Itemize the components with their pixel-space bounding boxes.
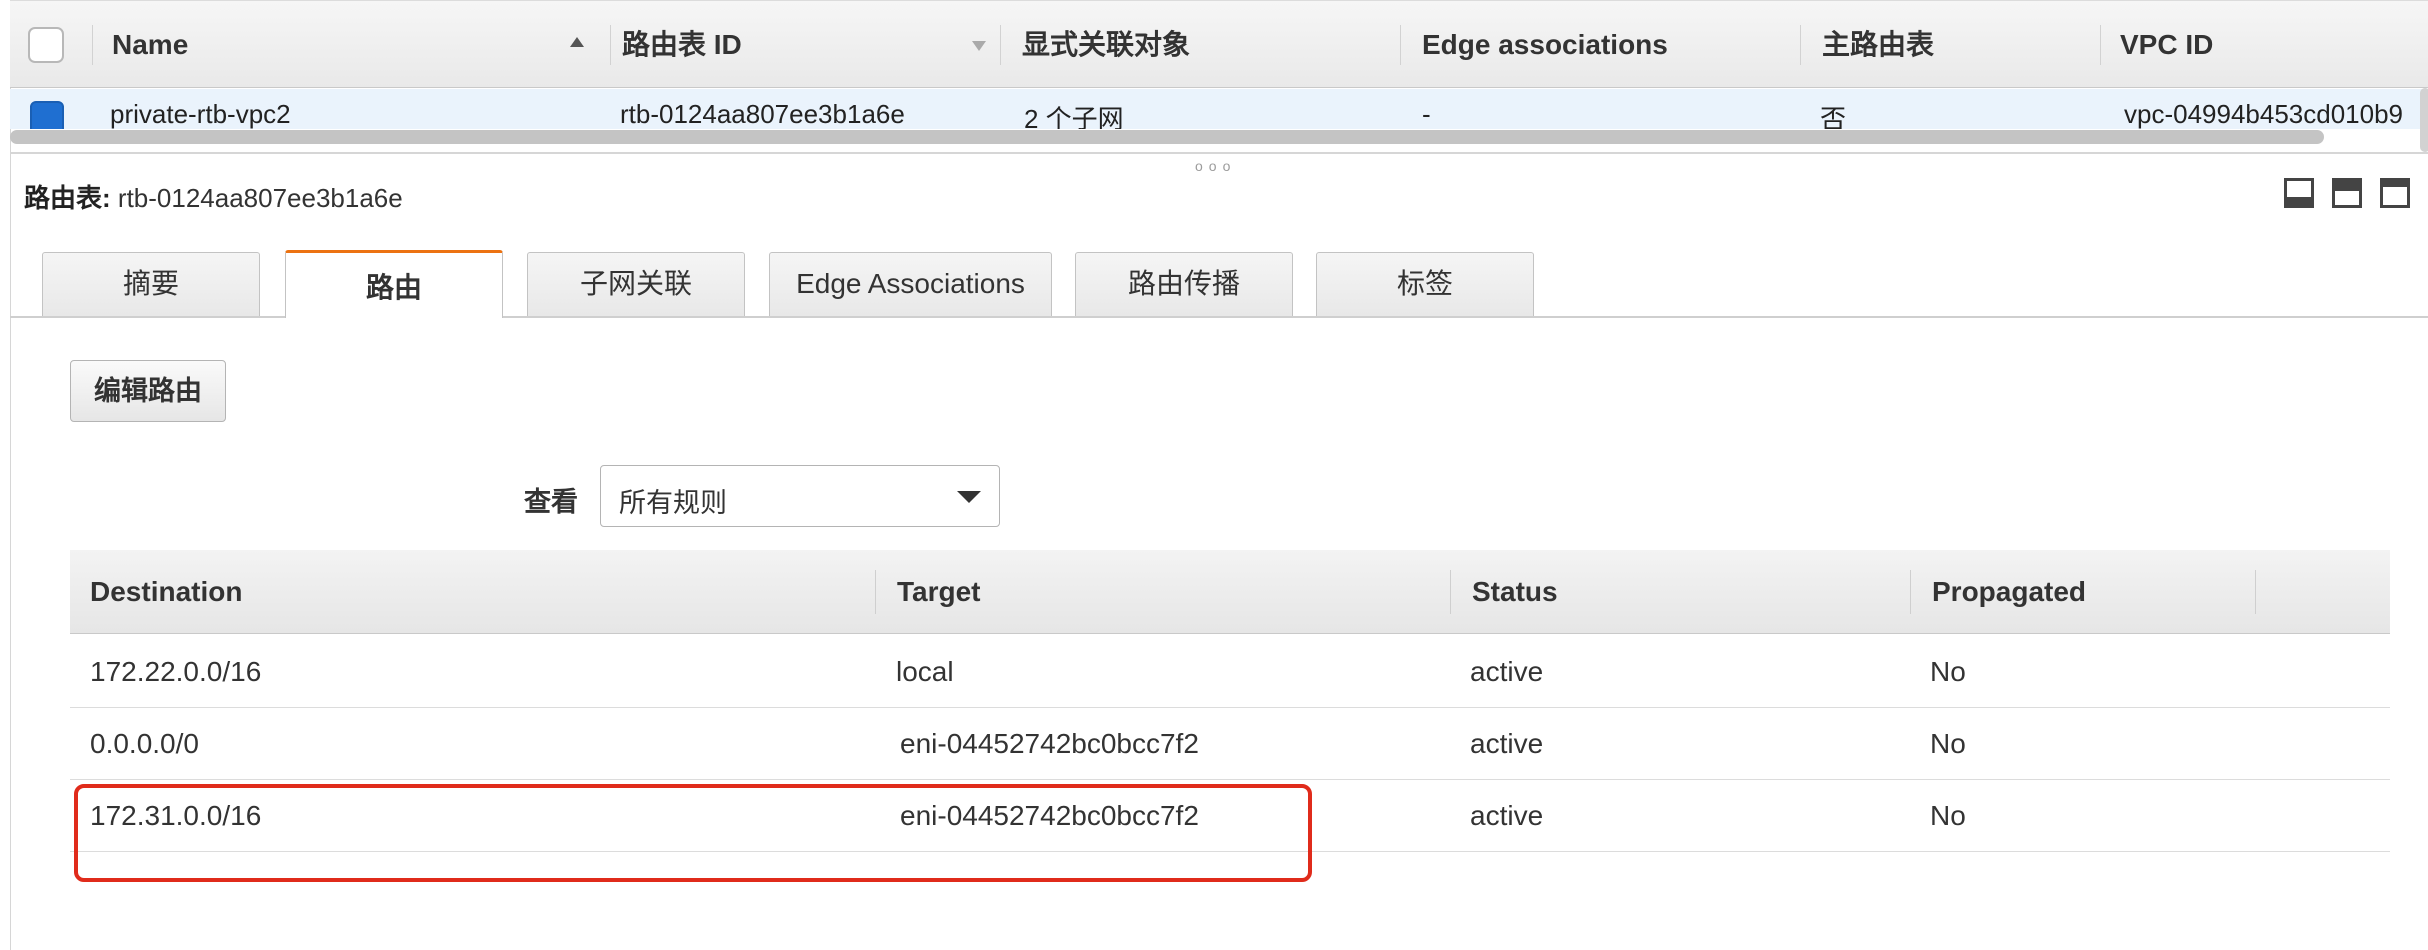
route-status: active — [1470, 800, 1544, 831]
column-separator — [92, 25, 93, 65]
column-header-vpc-id[interactable]: VPC ID — [2120, 1, 2213, 89]
main-route-table-value: 否 — [1820, 104, 1847, 129]
route-propagated: No — [1930, 728, 1966, 759]
layout-split-pane-icon[interactable] — [2332, 178, 2362, 208]
column-separator — [610, 25, 611, 65]
route-status: active — [1470, 656, 1544, 687]
highlight-annotation — [74, 784, 1312, 882]
tab-summary[interactable]: 摘要 — [42, 252, 260, 316]
column-header-status[interactable]: Status — [1472, 550, 1558, 634]
route-target: local — [896, 656, 954, 687]
column-separator — [2100, 25, 2101, 65]
tab-subnet-associations[interactable]: 子网关联 — [527, 252, 745, 316]
column-header-edge-associations[interactable]: Edge associations — [1422, 1, 1668, 89]
table-row-selected[interactable]: private-rtb-vpc2 rtb-0124aa807ee3b1a6e 2… — [10, 89, 2428, 129]
route-tables-header: Name 路由表 ID 显式关联对象 Edge associations 主路由… — [10, 0, 2428, 88]
table-row: 0.0.0.0/0 eni-04452742bc0bcc7f2 active N… — [70, 708, 2390, 780]
tab-edge-associations[interactable]: Edge Associations — [769, 252, 1052, 316]
detail-label: 路由表: — [24, 183, 111, 213]
route-propagated: No — [1930, 656, 1966, 687]
horizontal-scrollbar[interactable] — [10, 130, 2324, 144]
route-destination: 0.0.0.0/0 — [90, 728, 199, 759]
vertical-scrollbar[interactable] — [2420, 88, 2428, 152]
edge-associations-value: - — [1422, 99, 1431, 129]
tab-routes[interactable]: 路由 — [285, 250, 503, 318]
route-table-id: rtb-0124aa807ee3b1a6e — [620, 99, 905, 129]
column-header-propagated[interactable]: Propagated — [1932, 550, 2086, 634]
column-header-destination[interactable]: Destination — [90, 550, 242, 634]
tab-route-propagation[interactable]: 路由传播 — [1075, 252, 1293, 316]
column-separator — [875, 570, 876, 614]
layout-bottom-pane-icon[interactable] — [2284, 178, 2314, 208]
column-separator — [1910, 570, 1911, 614]
view-filter-select[interactable]: 所有规则 — [600, 465, 1000, 527]
sort-indicator-icon[interactable] — [972, 41, 986, 51]
chevron-down-icon — [957, 491, 981, 503]
table-row: 172.22.0.0/16 local active No — [70, 636, 2390, 708]
layout-top-pane-icon[interactable] — [2380, 178, 2410, 208]
column-separator — [1800, 25, 1801, 65]
column-separator — [1450, 570, 1451, 614]
detail-tabs: 摘要 路由 子网关联 Edge Associations 路由传播 标签 — [10, 250, 2428, 318]
route-propagated: No — [1930, 800, 1966, 831]
row-checkbox[interactable] — [30, 101, 64, 129]
column-header-target[interactable]: Target — [897, 550, 981, 634]
vpc-id-link[interactable]: vpc-04994b453cd010b9 — [2124, 99, 2403, 129]
detail-route-table-id: rtb-0124aa807ee3b1a6e — [117, 183, 403, 213]
detail-title: 路由表: rtb-0124aa807ee3b1a6e — [24, 178, 403, 215]
explicit-associations-link[interactable]: 2 个子网 — [1024, 99, 1124, 129]
column-header-route-table-id[interactable]: 路由表 ID — [622, 1, 742, 89]
column-separator — [2255, 570, 2256, 614]
route-target-link[interactable]: eni-04452742bc0bcc7f2 — [900, 728, 1199, 760]
view-filter-label: 查看 — [524, 487, 578, 517]
sort-ascending-icon[interactable] — [570, 37, 584, 47]
select-all-checkbox[interactable] — [28, 27, 64, 63]
edit-routes-button[interactable]: 编辑路由 — [70, 360, 226, 422]
route-status: active — [1470, 728, 1544, 759]
column-separator — [1400, 25, 1401, 65]
resize-grip-icon[interactable]: ooo — [1195, 158, 1236, 174]
view-filter-value: 所有规则 — [619, 488, 727, 518]
pane-layout-controls — [2284, 178, 2414, 210]
route-destination: 172.22.0.0/16 — [90, 656, 262, 687]
pane-divider[interactable] — [10, 152, 2428, 154]
column-separator — [1000, 25, 1001, 65]
routes-table-header: Destination Target Status Propagated — [70, 550, 2390, 634]
column-header-main[interactable]: 主路由表 — [1822, 1, 1934, 89]
column-header-explicit-associations[interactable]: 显式关联对象 — [1022, 1, 1190, 89]
route-table-name: private-rtb-vpc2 — [110, 99, 291, 129]
tab-tags[interactable]: 标签 — [1316, 252, 1534, 316]
column-header-name[interactable]: Name — [112, 1, 188, 89]
